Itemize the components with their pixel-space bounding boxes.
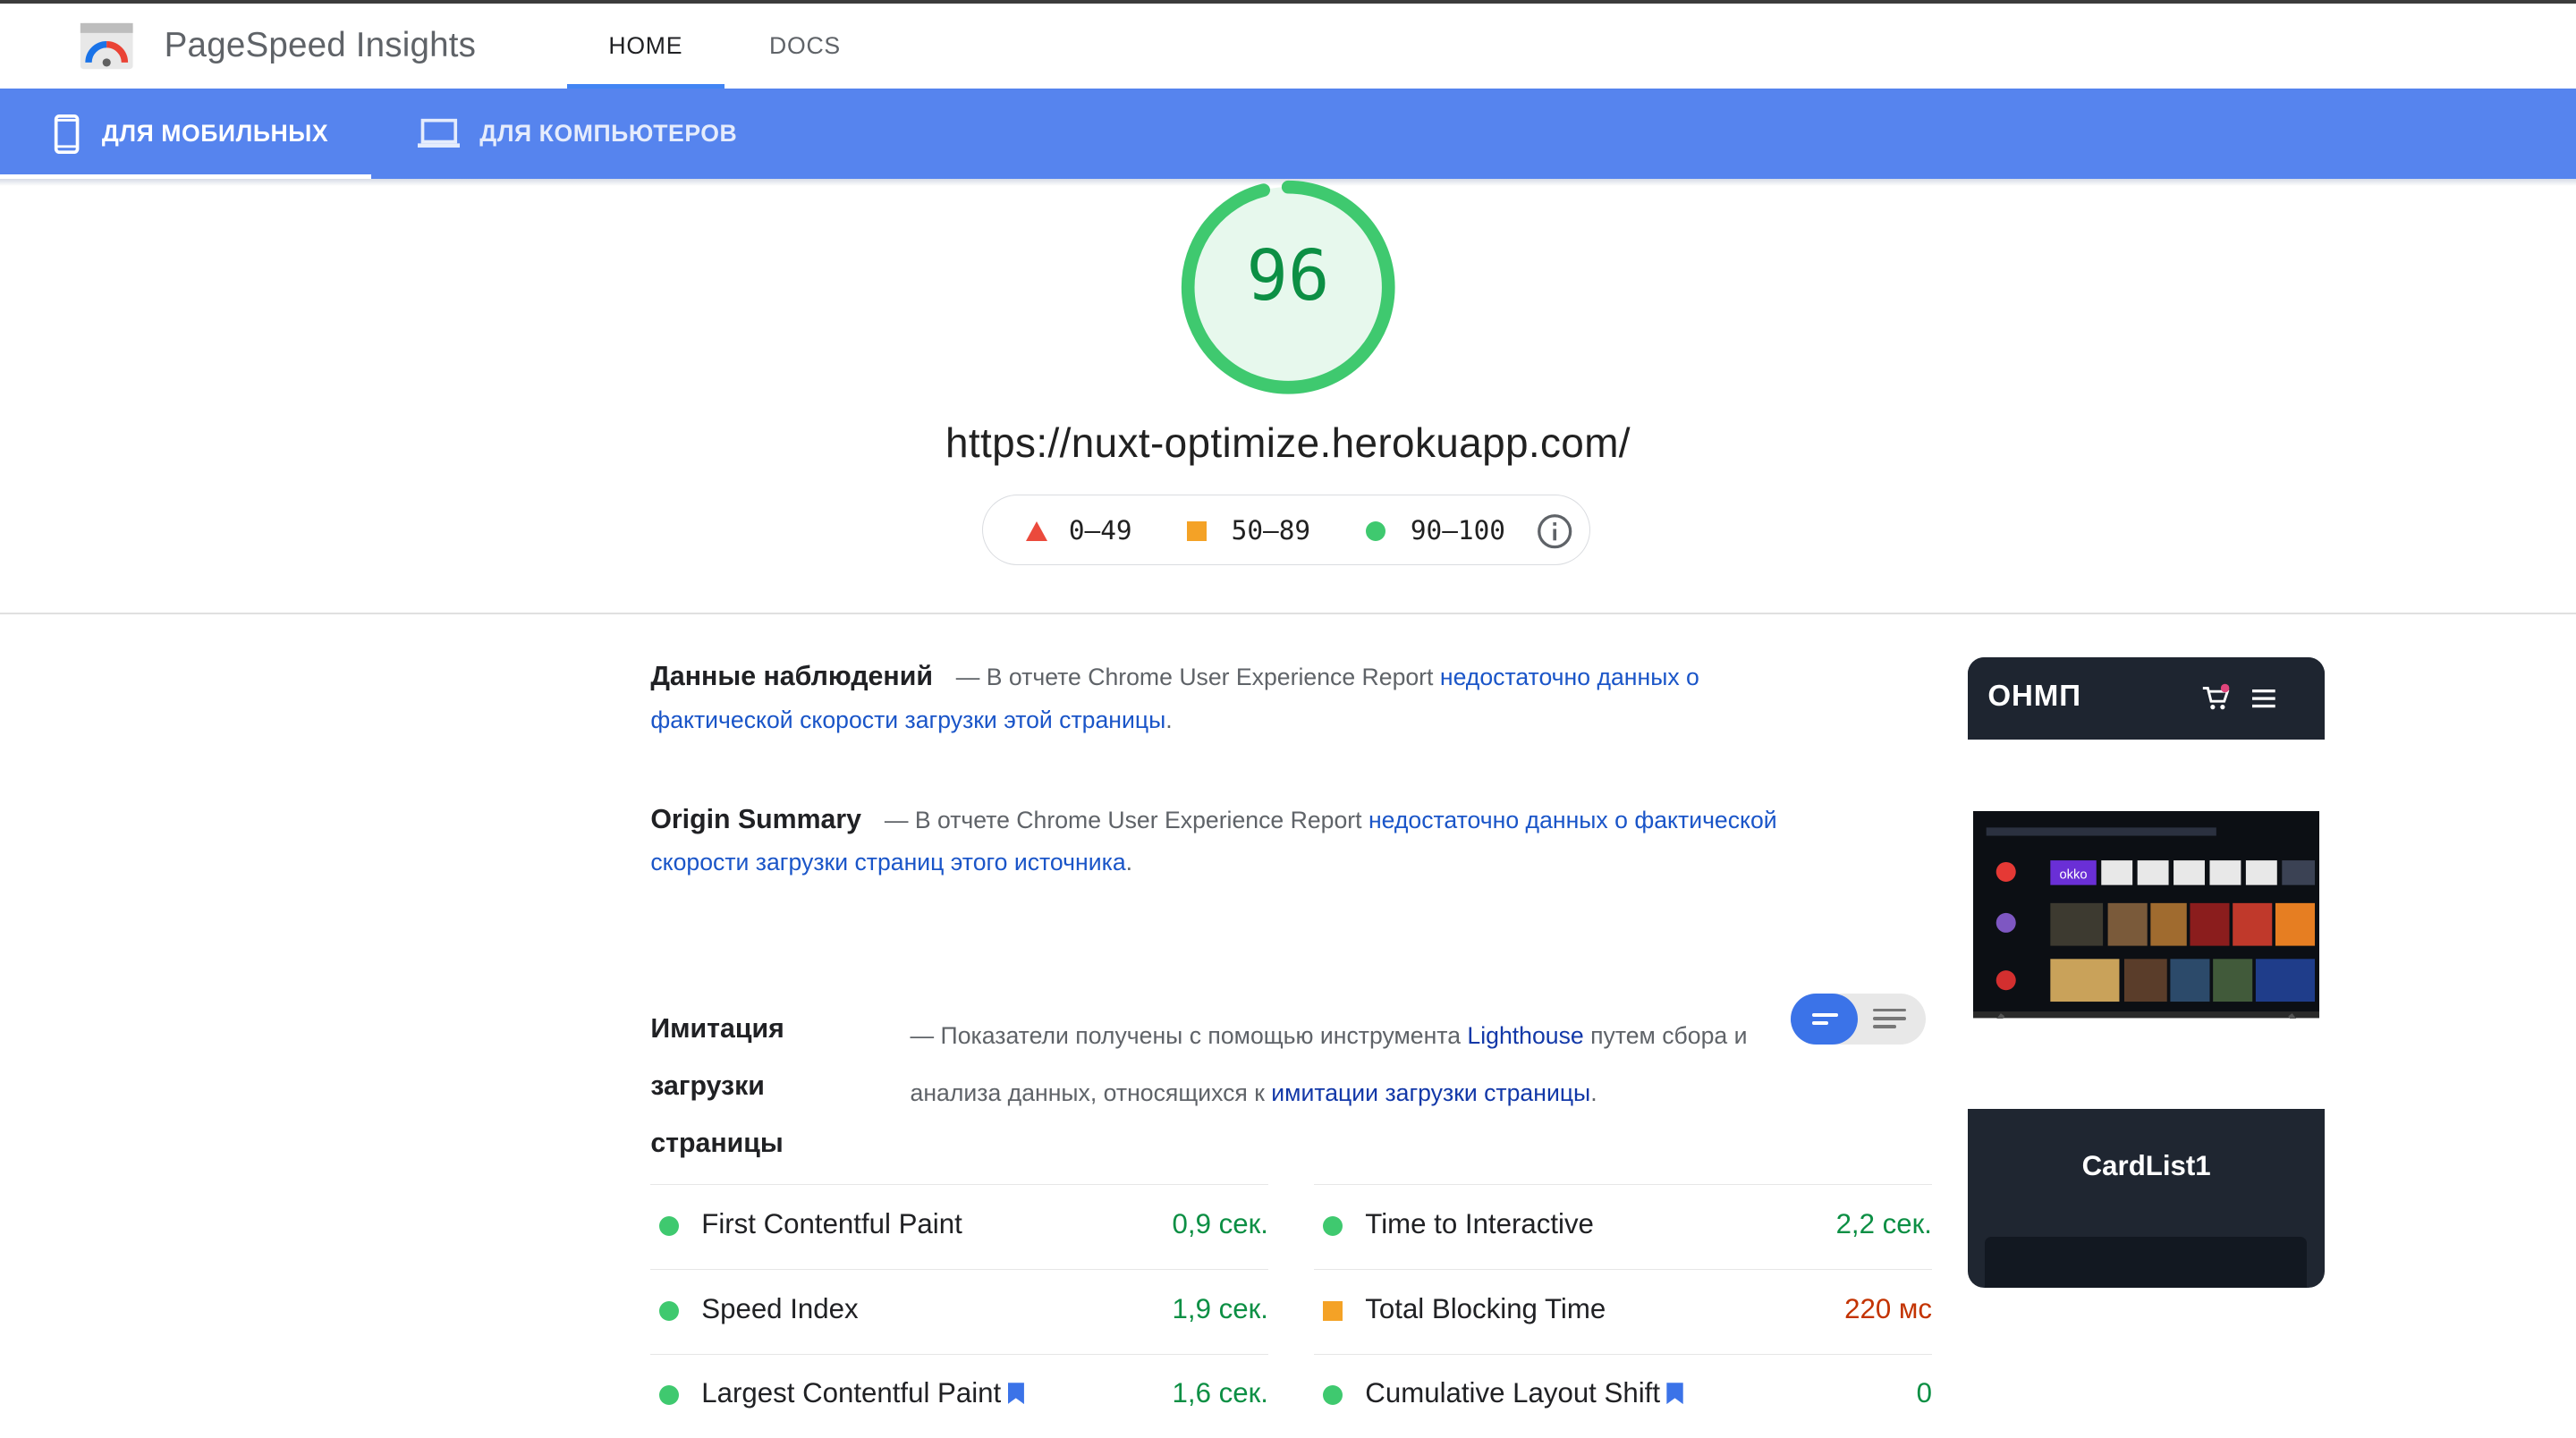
- lab-data-title: Имитация загрузки страницы: [650, 1013, 784, 1159]
- metric-cumulative-layout-shift[interactable]: Cumulative Layout Shift 0: [1314, 1353, 1932, 1438]
- tab-desktop[interactable]: ДЛЯ КОМПЬЮТЕРОВ: [417, 89, 738, 179]
- field-data-section: Данные наблюдений — В отчете Chrome User…: [650, 656, 1801, 742]
- origin-summary-title: Origin Summary: [650, 804, 862, 834]
- info-icon[interactable]: [1537, 513, 1572, 549]
- metric-value: 2,2 сек.: [1835, 1207, 1932, 1239]
- laptop-icon: [417, 119, 461, 148]
- metric-total-blocking-time[interactable]: Total Blocking Time 220 мс: [1314, 1268, 1932, 1354]
- metric-first-contentful-paint[interactable]: First Contentful Paint 0,9 сек.: [650, 1184, 1268, 1269]
- pass-circle-icon: [1322, 1216, 1343, 1237]
- tab-desktop-label: ДЛЯ КОМПЬЮТЕРОВ: [479, 120, 738, 148]
- metrics-view-toggle[interactable]: [1791, 994, 1926, 1045]
- metric-name: Speed Index: [701, 1292, 859, 1324]
- metric-name: Time to Interactive: [1365, 1207, 1594, 1239]
- origin-summary-text: — В отчете Chrome User Experience Report: [884, 806, 1362, 833]
- core-web-vital-bookmark-icon: [1007, 1383, 1024, 1405]
- tab-mobile-label: ДЛЯ МОБИЛЬНЫХ: [101, 120, 329, 148]
- analyzed-url: https://nuxt-optimize.herokuapp.com/: [945, 419, 1631, 467]
- section-divider: [0, 613, 2576, 614]
- metric-value: 1,6 сек.: [1172, 1377, 1268, 1409]
- field-data-text: — В отчете Chrome User Experience Report: [955, 663, 1434, 690]
- metric-speed-index[interactable]: Speed Index 1,9 сек.: [650, 1268, 1268, 1354]
- preview-card: [1984, 1237, 2307, 1288]
- metric-time-to-interactive[interactable]: Time to Interactive 2,2 сек.: [1314, 1184, 1932, 1269]
- lab-data-text-1: — Показатели получены с помощью инструме…: [910, 1021, 1462, 1049]
- performance-score: 96: [1246, 236, 1330, 317]
- metric-value: 1,9 сек.: [1172, 1292, 1268, 1324]
- top-header: PageSpeed Insights HOME DOCS: [0, 3, 2576, 89]
- lab-simulation-link[interactable]: имитации загрузки страницы: [1271, 1079, 1590, 1106]
- pass-circle-icon: [658, 1385, 679, 1406]
- legend-range-average: 50–89: [1231, 514, 1311, 546]
- field-data-title: Данные наблюдений: [650, 661, 933, 691]
- tab-home[interactable]: HOME: [566, 4, 724, 89]
- tab-docs[interactable]: DOCS: [752, 4, 858, 89]
- device-tab-bar: ДЛЯ МОБИЛЬНЫХ ДЛЯ КОМПЬЮТЕРОВ: [0, 89, 2576, 180]
- fail-triangle-icon: [1026, 521, 1048, 542]
- pass-circle-icon: [658, 1300, 679, 1321]
- field-data-end: .: [1165, 706, 1173, 733]
- cart-icon: [2202, 683, 2230, 710]
- tv-tile-okko: okko: [2059, 868, 2087, 883]
- average-square-icon: [1322, 1300, 1343, 1321]
- hamburger-menu-icon: [2252, 689, 2275, 708]
- metric-value: 0,9 сек.: [1172, 1207, 1268, 1239]
- metric-largest-contentful-paint[interactable]: Largest Contentful Paint 1,6 сек.: [650, 1353, 1268, 1438]
- preview-site-title: ОНМП: [1987, 680, 2081, 714]
- lighthouse-link[interactable]: Lighthouse: [1467, 1022, 1583, 1049]
- lab-data-description: — Показатели получены с помощью инструме…: [911, 1007, 1831, 1122]
- brand-title[interactable]: PageSpeed Insights: [165, 26, 477, 65]
- metric-name: First Contentful Paint: [701, 1207, 962, 1239]
- legend-range-pass: 90–100: [1410, 514, 1505, 546]
- tab-mobile[interactable]: ДЛЯ МОБИЛЬНЫХ: [0, 89, 372, 180]
- origin-summary-end: .: [1125, 849, 1133, 876]
- final-screenshot-preview: ОНМП okko CardList1: [1968, 656, 2325, 1288]
- legend-range-fail: 0–49: [1068, 514, 1132, 546]
- preview-section-title: CardList1: [2081, 1149, 2211, 1181]
- score-legend: 0–49 50–89 90–100: [982, 494, 1590, 565]
- metric-name: Total Blocking Time: [1365, 1292, 1606, 1324]
- metric-name-wrap: Cumulative Layout Shift: [1365, 1377, 1683, 1409]
- metrics-column-right: Time to Interactive 2,2 сек. Total Block…: [1314, 1184, 1932, 1438]
- preview-site-header: ОНМП: [1968, 656, 2325, 740]
- pass-circle-icon: [658, 1216, 679, 1237]
- metric-name-wrap: Largest Contentful Paint: [701, 1377, 1024, 1409]
- pass-circle-icon: [1322, 1385, 1343, 1406]
- average-square-icon: [1187, 521, 1208, 542]
- metric-name: Largest Contentful Paint: [701, 1377, 1002, 1409]
- metric-name: Cumulative Layout Shift: [1365, 1377, 1660, 1409]
- pagespeed-gauge-icon: [80, 22, 133, 70]
- lab-data-end: .: [1590, 1079, 1597, 1107]
- compact-view-button[interactable]: [1791, 994, 1859, 1045]
- core-web-vital-bookmark-icon: [1666, 1383, 1683, 1405]
- metric-value: 220 мс: [1844, 1292, 1932, 1324]
- pass-circle-icon: [1366, 521, 1386, 542]
- metric-value: 0: [1916, 1377, 1932, 1409]
- origin-summary-section: Origin Summary — В отчете Chrome User Ex…: [650, 799, 1866, 885]
- tv-image: okko: [1972, 811, 2320, 1019]
- metrics-column-left: First Contentful Paint 0,9 сек. Speed In…: [650, 1184, 1268, 1438]
- smartphone-icon: [54, 114, 80, 154]
